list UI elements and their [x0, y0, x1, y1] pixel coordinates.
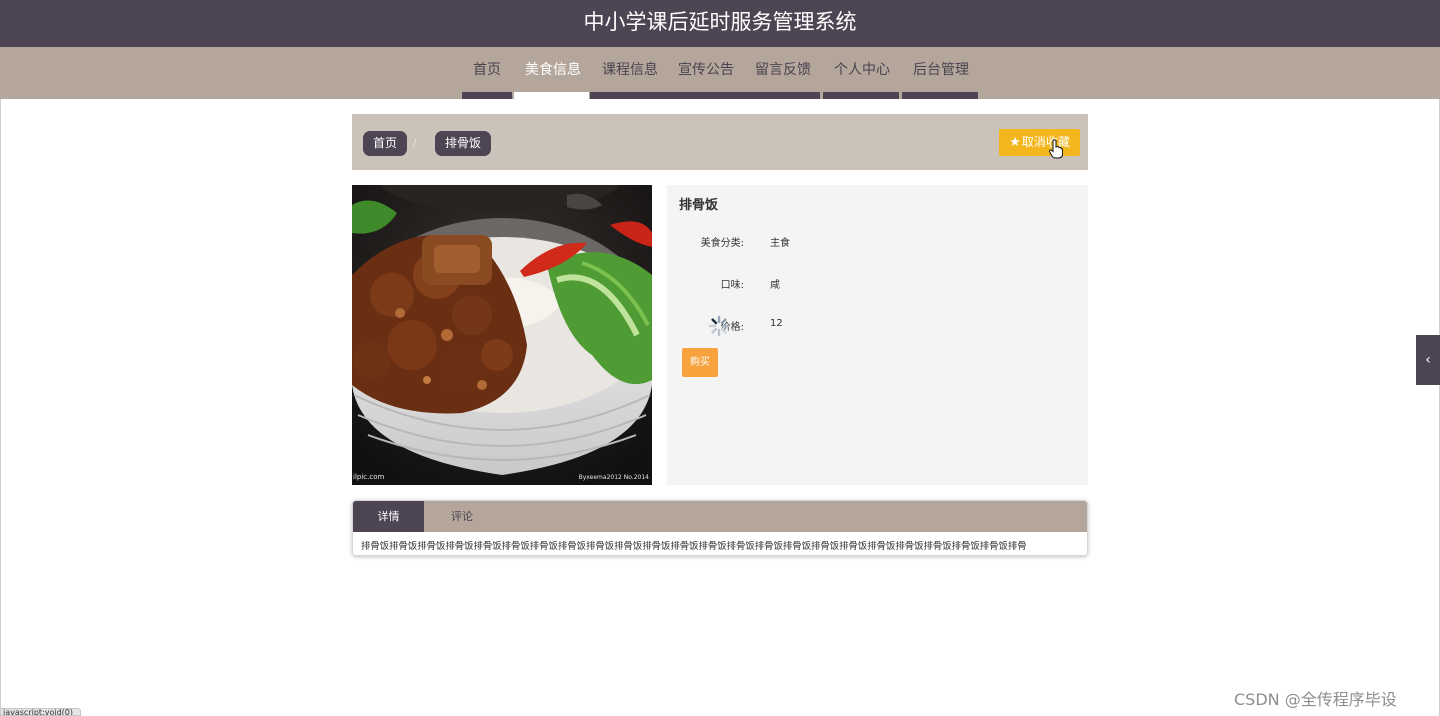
- tab-comments[interactable]: 评论: [424, 501, 500, 532]
- breadcrumb-home[interactable]: 首页: [363, 131, 408, 156]
- tabs-header: 详情 评论: [353, 501, 1087, 532]
- chevron-left-icon: ‹: [1425, 352, 1431, 368]
- nav-item-course-info[interactable]: 课程信息: [602, 60, 658, 80]
- taste-label: 口味:: [720, 280, 744, 291]
- tab-content: 排骨饭排骨饭排骨饭排骨饭排骨饭排骨饭排骨饭排骨饭排骨饭排骨饭排骨饭排骨饭排骨饭排…: [353, 532, 1087, 556]
- nav-item-admin[interactable]: 后台管理: [913, 60, 969, 80]
- nav-item-home[interactable]: 首页: [473, 60, 501, 80]
- food-photo-image: [352, 185, 652, 485]
- nav-item-announcements[interactable]: 宣传公告: [678, 60, 734, 80]
- breadcrumb-separator: /: [413, 136, 417, 149]
- text-underline: [781, 555, 1010, 556]
- category-value: 主食: [770, 238, 790, 249]
- hand-cursor-icon: [1049, 139, 1063, 159]
- nav-indicator: [590, 92, 820, 99]
- breadcrumb-current[interactable]: 排骨饭: [435, 131, 492, 156]
- star-icon: ★: [1009, 135, 1021, 150]
- food-name: 排骨饭: [679, 198, 719, 213]
- nav-item-food-info[interactable]: 美食信息: [525, 60, 581, 80]
- breadcrumb: 首页 / 排骨饭 ★取消收藏: [352, 114, 1088, 170]
- category-label: 美食分类:: [700, 238, 744, 249]
- side-panel-toggle[interactable]: ‹: [1416, 335, 1440, 385]
- buy-button[interactable]: 购买: [682, 348, 718, 377]
- app-title: 中小学课后延时服务管理系统: [583, 10, 857, 34]
- photo-watermark-right: Byxeema2012 No.2014: [578, 474, 649, 481]
- nav-indicator: [462, 92, 512, 99]
- food-detail-panel: 排骨饭 美食分类: 主食 口味: 咸 价格: 12 购买: [667, 185, 1088, 485]
- nav-indicator: [823, 92, 899, 99]
- status-bar-url: javascript:void(0): [0, 708, 81, 716]
- cancel-favorite-button[interactable]: ★取消收藏: [999, 129, 1080, 156]
- tab-details[interactable]: 详情: [353, 501, 424, 532]
- detail-tabs: 详情 评论 排骨饭排骨饭排骨饭排骨饭排骨饭排骨饭排骨饭排骨饭排骨饭排骨饭排骨饭排…: [352, 500, 1088, 556]
- nav-item-profile[interactable]: 个人中心: [834, 60, 890, 80]
- app-header: 中小学课后延时服务管理系统: [0, 0, 1440, 47]
- nav-item-feedback[interactable]: 留言反馈: [755, 60, 811, 80]
- main-nav: 首页 美食信息 课程信息 宣传公告 留言反馈 个人中心 后台管理: [0, 47, 1440, 99]
- csdn-watermark: CSDN @全传程序毕设: [1234, 690, 1397, 709]
- food-photo: ilpic.com Byxeema2012 No.2014: [352, 185, 652, 485]
- detail-text: 排骨饭排骨饭排骨饭排骨饭排骨饭排骨饭排骨饭排骨饭排骨饭排骨饭排骨饭排骨饭排骨饭排…: [361, 541, 1027, 552]
- price-value: 12: [770, 318, 783, 329]
- frame-border: [0, 99, 1, 716]
- nav-indicator: [902, 92, 978, 99]
- nav-indicator-active: [514, 92, 589, 99]
- price-label: 价格:: [720, 322, 744, 333]
- photo-watermark-left: ilpic.com: [353, 473, 385, 481]
- loading-spinner-icon: [708, 315, 730, 337]
- taste-value: 咸: [770, 280, 780, 291]
